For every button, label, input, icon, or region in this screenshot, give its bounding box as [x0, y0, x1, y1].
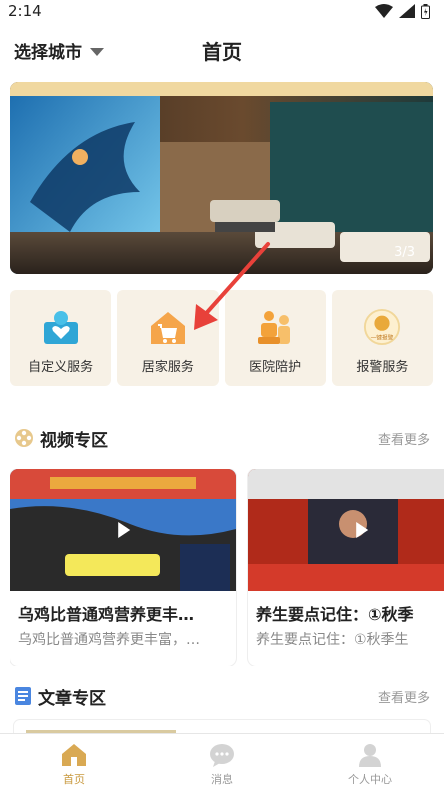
status-time: 2:14 — [8, 2, 42, 20]
nav-label: 消息 — [211, 772, 233, 786]
nav-home[interactable]: 首页 — [0, 734, 148, 795]
user-icon — [359, 743, 381, 767]
video-desc: 乌鸡比普通鸡营养更丰富，… — [18, 632, 200, 648]
article-more-link[interactable]: 查看更多 — [378, 687, 430, 706]
video-card[interactable]: 乌鸡比普通鸡营养更丰… 乌鸡比普通鸡营养更丰富，… — [10, 469, 236, 666]
film-reel-icon — [15, 429, 33, 447]
video-list: 乌鸡比普通鸡营养更丰… 乌鸡比普通鸡营养更丰富，… 养生要点记住：①秋季 养生要… — [10, 469, 444, 666]
service-label: 居家服务 — [141, 360, 194, 375]
play-icon — [118, 522, 131, 538]
nav-label: 个人中心 — [348, 772, 392, 786]
video-card[interactable]: 养生要点记住：①秋季 养生要点记住：①秋季生 — [248, 469, 444, 666]
video-thumbnail — [10, 469, 236, 591]
video-title: 乌鸡比普通鸡营养更丰… — [18, 605, 195, 624]
service-alarm[interactable]: 一键报警 报警服务 — [331, 290, 433, 386]
caret-down-icon — [90, 47, 104, 56]
city-selector-label: 选择城市 — [14, 43, 82, 63]
heart-hand-icon — [42, 308, 80, 346]
banner-image — [10, 82, 433, 274]
alarm-icon-text: 一键报警 — [371, 333, 394, 341]
service-label: 医院陪护 — [249, 360, 302, 375]
nav-label: 首页 — [63, 772, 85, 786]
service-home[interactable]: 居家服务 — [117, 290, 219, 386]
banner-carousel[interactable]: 3/3 — [10, 82, 433, 274]
video-section-header: 视频专区 查看更多 — [14, 426, 430, 451]
home-screen: 2:14 选择城市 首页 3/3 自定义服务 居家服务 医院陪护 一键报警 报警… — [0, 0, 444, 795]
alarm-button-icon: 一键报警 — [363, 308, 401, 346]
video-more-link[interactable]: 查看更多 — [378, 429, 430, 448]
article-section-title: 文章专区 — [38, 688, 106, 709]
status-icons — [375, 3, 430, 19]
video-title: 养生要点记住：①秋季 — [256, 605, 414, 624]
video-section-title: 视频专区 — [40, 430, 108, 451]
service-grid: 自定义服务 居家服务 医院陪护 一键报警 报警服务 — [10, 290, 433, 386]
chat-bubble-icon — [210, 743, 234, 767]
bottom-nav: 首页 消息 个人中心 — [0, 733, 444, 795]
service-label: 报警服务 — [356, 360, 409, 375]
nav-messages[interactable]: 消息 — [148, 734, 296, 795]
article-section-header: 文章专区 查看更多 — [14, 684, 430, 709]
caregiver-icon — [256, 308, 294, 346]
signal-icon — [399, 4, 415, 18]
battery-icon — [421, 3, 430, 19]
house-cart-icon — [149, 308, 187, 346]
video-thumbnail — [248, 469, 444, 591]
video-desc: 养生要点记住：①秋季生 — [256, 632, 409, 648]
service-label: 自定义服务 — [28, 360, 94, 375]
play-icon — [356, 522, 369, 538]
nav-profile[interactable]: 个人中心 — [296, 734, 444, 795]
document-icon — [15, 687, 31, 705]
wifi-icon — [375, 4, 393, 18]
app-header: 选择城市 首页 — [0, 22, 444, 76]
home-icon — [62, 743, 86, 766]
status-bar: 2:14 — [0, 0, 444, 22]
service-hospital-escort[interactable]: 医院陪护 — [224, 290, 326, 386]
service-custom[interactable]: 自定义服务 — [10, 290, 112, 386]
city-selector[interactable]: 选择城市 — [14, 38, 104, 63]
banner-counter: 3/3 — [394, 245, 415, 260]
